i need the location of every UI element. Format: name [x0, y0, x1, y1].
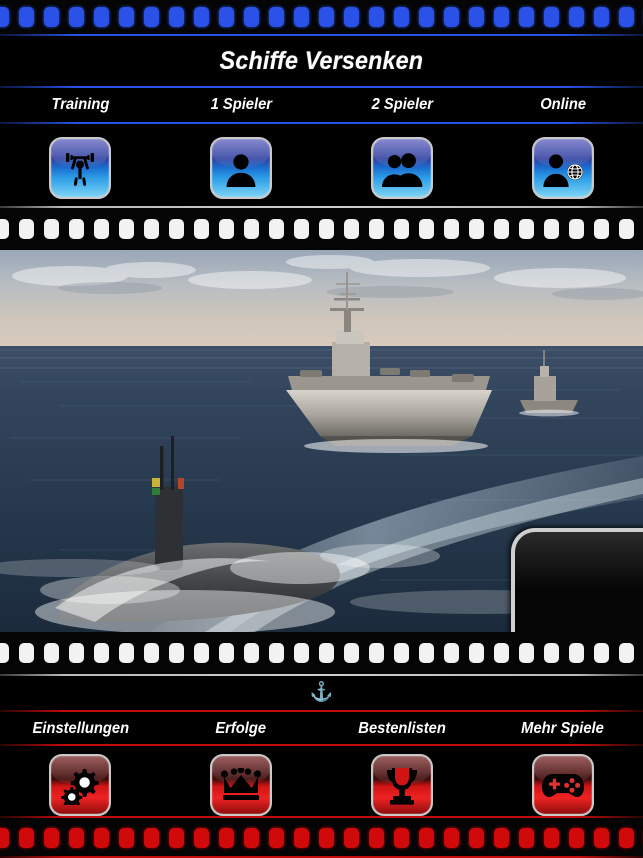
leaderboards-button[interactable] — [370, 754, 433, 816]
nav-label-online[interactable]: Online — [482, 96, 643, 114]
divider-red-mid — [0, 744, 643, 746]
anchor-icon: ⚓ — [309, 681, 334, 703]
perforation-row — [0, 643, 643, 663]
foot-label-text: Einstellungen — [32, 720, 129, 737]
top-nav-labels: Training 1 Spieler 2 Spieler Online — [0, 88, 643, 122]
top-film-strip — [0, 0, 643, 34]
single-person-icon — [222, 149, 260, 187]
foot-label-mehr-spiele[interactable]: Mehr Spiele — [482, 720, 643, 738]
bottom-nav-buttons — [0, 750, 643, 820]
nav-label-1-spieler[interactable]: 1 Spieler — [161, 96, 322, 114]
training-button[interactable] — [49, 137, 112, 199]
nav-label-text: Online — [539, 96, 586, 113]
bottom-film-strip-red — [0, 818, 643, 858]
one-player-button[interactable] — [210, 137, 273, 199]
perforation-row — [0, 219, 643, 239]
foot-cell-erfolge — [161, 754, 322, 816]
foot-cell-einstellungen — [0, 754, 161, 816]
foot-cell-bestenlisten — [322, 754, 483, 816]
divider-blue-top — [0, 34, 643, 36]
page-title: Schiffe Versenken — [219, 46, 424, 75]
title-band: Schiffe Versenken — [0, 38, 643, 84]
settings-button[interactable] — [49, 754, 112, 816]
nav-label-2-spieler[interactable]: 2 Spieler — [322, 96, 483, 114]
anchor-separator: ⚓ — [0, 674, 643, 710]
more-games-button[interactable] — [531, 754, 594, 816]
perforation-row — [0, 828, 643, 848]
nav-cell-2-spieler — [322, 137, 483, 199]
perforation-row — [0, 7, 643, 27]
nav-cell-online — [482, 137, 643, 199]
foot-label-text: Bestenlisten — [358, 720, 446, 737]
foot-label-einstellungen[interactable]: Einstellungen — [0, 720, 161, 738]
foot-label-text: Mehr Spiele — [521, 720, 604, 737]
foot-label-bestenlisten[interactable]: Bestenlisten — [322, 720, 483, 738]
foot-cell-mehr-spiele — [482, 754, 643, 816]
online-button[interactable] — [531, 137, 594, 199]
middle-film-strip — [0, 208, 643, 250]
two-persons-icon — [381, 149, 423, 187]
gamepad-icon — [541, 770, 585, 800]
crown-icon — [220, 768, 262, 802]
nav-label-text: 1 Spieler — [210, 96, 272, 113]
nav-label-text: 2 Spieler — [371, 96, 433, 113]
weightlifter-icon — [60, 148, 100, 188]
nav-label-training[interactable]: Training — [0, 96, 161, 114]
app-screen: Schiffe Versenken Training 1 Spieler 2 S… — [0, 0, 643, 858]
divider-blue-nav-bottom — [0, 122, 643, 124]
hero-photo — [0, 250, 643, 632]
nav-cell-1-spieler — [161, 137, 322, 199]
bottom-nav-labels: Einstellungen Erfolge Bestenlisten Mehr … — [0, 712, 643, 746]
two-players-button[interactable] — [370, 137, 433, 199]
foot-label-erfolge[interactable]: Erfolge — [161, 720, 322, 738]
person-globe-icon — [542, 149, 584, 187]
nav-cell-training — [0, 137, 161, 199]
top-nav-buttons — [0, 130, 643, 206]
achievements-button[interactable] — [210, 754, 273, 816]
nav-label-text: Training — [51, 96, 110, 113]
foot-label-text: Erfolge — [215, 720, 267, 737]
gears-icon — [60, 765, 100, 805]
bottom-film-strip-white — [0, 632, 643, 674]
trophy-icon — [383, 765, 421, 805]
naval-officer-mascot[interactable] — [515, 482, 635, 632]
